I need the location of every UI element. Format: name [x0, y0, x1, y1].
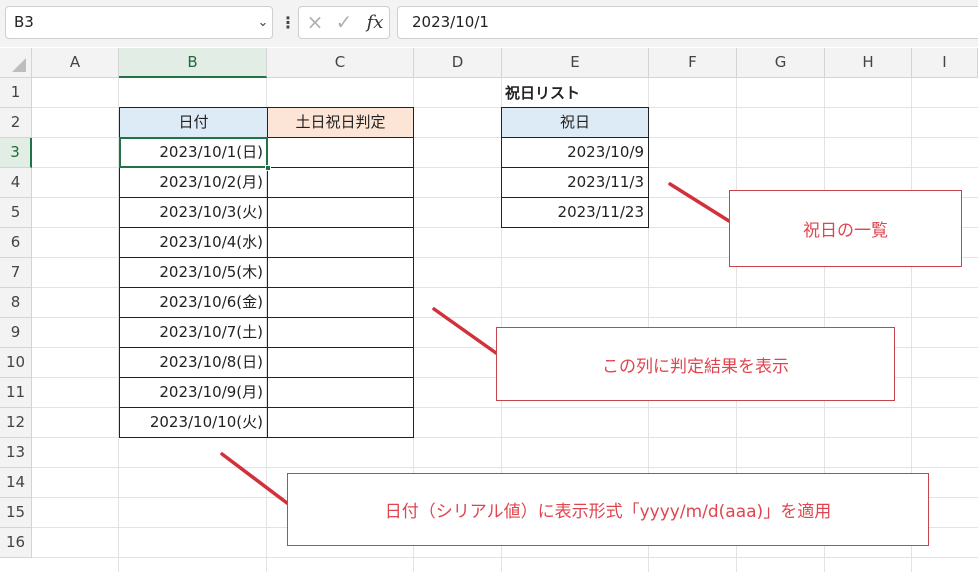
arrow-holidays — [668, 182, 731, 223]
arrow-format-note — [220, 452, 289, 505]
callout-format-note: 日付（シリアル値）に表示形式「yyyy/m/d(aaa)」を適用 — [287, 473, 929, 546]
callout-holidays-text: 祝日の一覧 — [803, 221, 888, 241]
callout-result-column: この列に判定結果を表示 — [496, 327, 895, 401]
callout-format-text: 日付（シリアル値）に表示形式「yyyy/m/d(aaa)」を適用 — [384, 502, 832, 522]
callout-result-text: この列に判定結果を表示 — [602, 356, 789, 377]
arrow-result-column — [432, 307, 498, 355]
callout-holidays: 祝日の一覧 — [729, 190, 962, 267]
